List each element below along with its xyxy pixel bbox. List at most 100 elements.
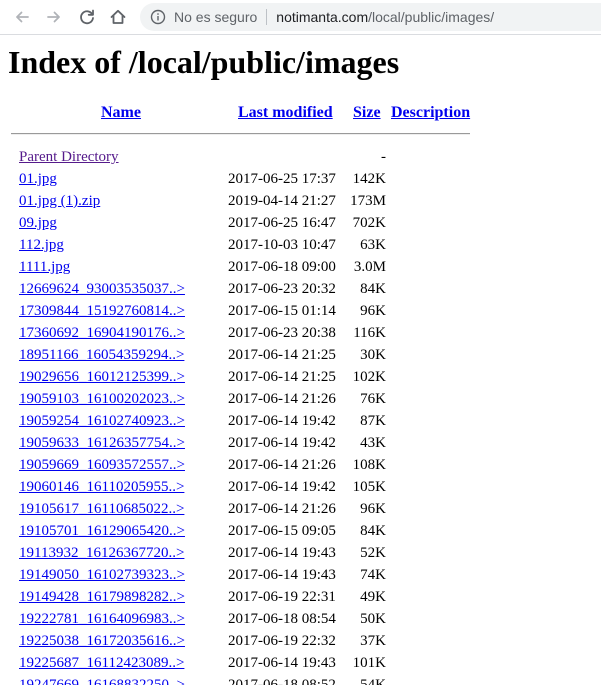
file-date: 2017-06-19 22:31 — [228, 589, 336, 605]
file-link[interactable]: 19225038_16172035616..> — [19, 631, 185, 651]
file-link[interactable]: 18951166_16054359294..> — [19, 345, 184, 365]
file-link[interactable]: 19059669_16093572557..> — [19, 455, 185, 475]
file-link[interactable]: 19105617_16110685022..> — [19, 499, 184, 519]
file-link[interactable]: 01.jpg — [19, 169, 57, 189]
file-size: 43K — [360, 435, 386, 451]
column-header-last-modified[interactable]: Last modified — [238, 104, 333, 122]
file-size: 96K — [360, 303, 386, 319]
file-link[interactable]: 19059103_16100202023..> — [19, 389, 185, 409]
home-button[interactable] — [107, 6, 129, 28]
file-row: 17360692_16904190176..> 2017-06-23 20:38 1… — [0, 323, 601, 345]
page-content: Index of /local/public/images Name Last … — [0, 34, 601, 685]
file-date: 2019-04-14 21:27 — [228, 193, 336, 209]
file-date: 2017-06-14 19:43 — [228, 655, 336, 671]
omnibox-divider — [266, 9, 268, 25]
file-date: 2017-06-14 21:26 — [228, 391, 336, 407]
address-bar[interactable]: No es seguro notimanta.com/local/public/… — [140, 3, 601, 31]
file-size: 84K — [360, 281, 386, 297]
column-header-size[interactable]: Size — [353, 104, 381, 122]
file-date: 2017-06-25 16:47 — [228, 215, 336, 231]
file-row: 12669624_93003535037..> 2017-06-23 20:32 8… — [0, 279, 601, 301]
file-link[interactable]: 112.jpg — [19, 235, 64, 255]
file-link[interactable]: 19222781_16164096983..> — [19, 609, 185, 629]
file-link[interactable]: 1111.jpg — [19, 257, 70, 277]
file-row: 19113932_16126367720..> 2017-06-14 19:43 5… — [0, 543, 601, 565]
file-link[interactable]: 01.jpg (1).zip — [19, 191, 100, 211]
back-button[interactable] — [11, 6, 33, 28]
browser-toolbar: No es seguro notimanta.com/local/public/… — [0, 0, 601, 35]
file-date: 2017-06-18 08:54 — [228, 611, 336, 627]
file-link[interactable]: 19059633_16126357754..> — [19, 433, 185, 453]
file-row: 09.jpg 2017-06-25 16:47 702K — [0, 213, 601, 235]
file-row: 01.jpg 2017-06-25 17:37 142K — [0, 169, 601, 191]
header-divider — [11, 133, 470, 135]
file-row: 18951166_16054359294..> 2017-06-14 21:25 3… — [0, 345, 601, 367]
file-date: 2017-06-14 21:26 — [228, 457, 336, 473]
file-link[interactable]: 19029656_16012125399..> — [19, 367, 185, 387]
file-date: 2017-06-18 08:52 — [228, 677, 336, 685]
file-link[interactable]: 17360692_16904190176..> — [19, 323, 185, 343]
file-row: 19149050_16102739323..> 2017-06-14 19:43 7… — [0, 565, 601, 587]
file-date: 2017-06-18 09:00 — [228, 259, 336, 275]
file-date: 2017-10-03 10:47 — [228, 237, 336, 253]
file-date: 2017-06-15 01:14 — [228, 303, 336, 319]
forward-button[interactable] — [43, 6, 65, 28]
file-size: 105K — [352, 479, 386, 495]
file-size: 87K — [360, 413, 386, 429]
file-row: 19225038_16172035616..> 2017-06-19 22:32 3… — [0, 631, 601, 653]
file-link[interactable]: 09.jpg — [19, 213, 57, 233]
file-link[interactable]: 19149428_16179898282..> — [19, 587, 185, 607]
file-date: 2017-06-14 19:42 — [228, 435, 336, 451]
file-row: 19059669_16093572557..> 2017-06-14 21:26 1… — [0, 455, 601, 477]
file-date: 2017-06-14 19:42 — [228, 413, 336, 429]
file-row: 19225687_16112423089..> 2017-06-14 19:43 1… — [0, 653, 601, 675]
file-date: 2017-06-14 21:25 — [228, 347, 336, 363]
file-size: 74K — [360, 567, 386, 583]
file-size: - — [381, 149, 386, 165]
file-size: 108K — [352, 457, 386, 473]
file-size: 102K — [352, 369, 386, 385]
url-host: notimanta.com — [276, 9, 369, 25]
file-row: 19059103_16100202023..> 2017-06-14 21:26 7… — [0, 389, 601, 411]
file-size: 84K — [360, 523, 386, 539]
file-size: 3.0M — [353, 259, 386, 275]
file-date: 2017-06-14 21:26 — [228, 501, 336, 517]
info-icon[interactable] — [150, 9, 166, 25]
file-date: 2017-06-14 21:25 — [228, 369, 336, 385]
file-size: 49K — [360, 589, 386, 605]
file-row: 112.jpg 2017-10-03 10:47 63K — [0, 235, 601, 257]
file-link[interactable]: 12669624_93003535037..> — [19, 279, 185, 299]
file-link[interactable]: 19060146_16110205955..> — [19, 477, 184, 497]
file-date: 2017-06-14 19:43 — [228, 545, 336, 561]
file-date: 2017-06-19 22:32 — [228, 633, 336, 649]
file-listing: Parent Directory - 01.jpg 2017-06-25 17:3… — [0, 147, 601, 685]
file-size: 173M — [350, 193, 386, 209]
file-size: 54K — [360, 677, 386, 685]
security-status[interactable]: No es seguro — [174, 9, 257, 25]
file-size: 116K — [353, 325, 386, 341]
parent-directory-row: Parent Directory - — [0, 147, 601, 169]
column-header-name[interactable]: Name — [101, 104, 141, 122]
file-date: 2017-06-15 09:05 — [228, 523, 336, 539]
file-size: 63K — [360, 237, 386, 253]
reload-button[interactable] — [76, 6, 98, 28]
file-row: 19105617_16110685022..> 2017-06-14 21:26 9… — [0, 499, 601, 521]
file-size: 702K — [352, 215, 386, 231]
file-link[interactable]: 19225687_16112423089..> — [19, 653, 184, 673]
file-link[interactable]: 19149050_16102739323..> — [19, 565, 185, 585]
parent-directory-link[interactable]: Parent Directory — [19, 147, 119, 167]
file-row: 19149428_16179898282..> 2017-06-19 22:31 4… — [0, 587, 601, 609]
file-size: 142K — [352, 171, 386, 187]
file-size: 52K — [360, 545, 386, 561]
file-size: 50K — [360, 611, 386, 627]
file-row: 19060146_16110205955..> 2017-06-14 19:42 1… — [0, 477, 601, 499]
column-header-description[interactable]: Description — [391, 104, 470, 122]
file-size: 101K — [352, 655, 386, 671]
file-link[interactable]: 19247669_16168832250..> — [19, 675, 185, 685]
file-link[interactable]: 17309844_15192760814..> — [19, 301, 185, 321]
file-link[interactable]: 19059254_16102740923..> — [19, 411, 185, 431]
file-link[interactable]: 19113932_16126367720..> — [19, 543, 184, 563]
file-date: 2017-06-25 17:37 — [228, 171, 336, 187]
file-link[interactable]: 19105701_16129065420..> — [19, 521, 185, 541]
file-size: 37K — [360, 633, 386, 649]
